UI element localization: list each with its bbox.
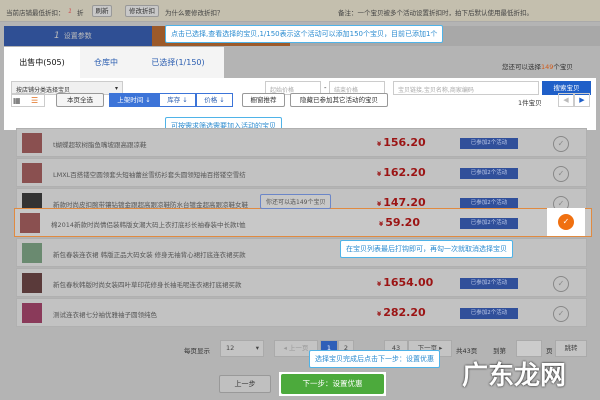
recommend-button[interactable]: 橱窗推荐 — [242, 93, 285, 107]
item-title: t蝴蝶超软树脂鱼嘴坡跟高跟凉鞋 — [53, 141, 147, 149]
check-icon[interactable]: ✓ — [553, 276, 569, 292]
selected-check-cell[interactable]: ✓ — [547, 208, 585, 236]
tabs: 出售中(505) 仓库中 已选择(1/150) — [4, 47, 224, 78]
filter-panel: 按店铺分类选择宝贝 ▾ 起始价格 - 结束价格 宝贝链接,宝贝名称,商家编码 搜索… — [4, 78, 596, 130]
activity-badge: 已参加2个活动 — [460, 168, 518, 179]
item-title: 新包春装连衣裙 韩版正品大码女装 修身无袖背心裙打底连衣裙买款 — [53, 251, 246, 259]
page-unit: 页 — [546, 347, 553, 355]
item-thumbnail — [22, 303, 42, 323]
min-discount-value: 1 — [68, 7, 73, 15]
modify-discount-button[interactable]: 修改折扣 — [125, 5, 159, 17]
tip-remaining: 你还可以选149个宝贝 — [260, 194, 332, 209]
item-row[interactable]: 测试连衣裙七分袖优雅袖子圆领纯色 ¥282.20 已参加2个活动 ✓ — [16, 298, 587, 327]
remaining-count: 您还可以选择149个宝贝 — [502, 63, 573, 71]
item-thumbnail — [22, 273, 42, 293]
activity-badge: 已参加2个活动 — [460, 308, 518, 319]
check-icon[interactable]: ✓ — [553, 306, 569, 322]
hide-other-button[interactable]: 隐藏已参加其它活动的宝贝 — [290, 93, 388, 107]
activity-badge: 已参加2个活动 — [460, 138, 518, 149]
discount-unit: 折 — [77, 9, 84, 17]
watermark-logo: 广东龙网 — [462, 361, 567, 391]
sort-stock-button[interactable]: 库存 ↓ — [159, 93, 196, 107]
step-number: 1 — [54, 31, 60, 41]
next-page-arrow-icon[interactable]: ▶ — [574, 93, 590, 107]
item-thumbnail — [22, 243, 42, 263]
sort-time-button[interactable]: 上架时间 ↓ — [109, 93, 159, 107]
item-price: ¥162.20 — [377, 166, 426, 179]
select-page-button[interactable]: 本页全选 — [56, 93, 104, 107]
activity-badge: 已参加2个活动 — [460, 278, 518, 289]
item-title: 测试连衣裙七分袖优雅袖子圆领纯色 — [53, 311, 157, 319]
item-thumbnail — [22, 133, 42, 153]
step-label: 设置参数 — [63, 32, 92, 40]
next-step-highlight: 下一步：设置优惠 — [279, 372, 386, 396]
check-selected-icon: ✓ — [558, 214, 574, 230]
item-thumbnail — [20, 213, 40, 233]
note-text: 备注：一个宝贝被多个活动设置折扣时，拍下后默认使用最低折扣。 — [338, 9, 533, 17]
check-icon[interactable]: ✓ — [553, 136, 569, 152]
tip-selected: 点击已选择,查看选择的宝贝,1/150表示这个活动可以添加150个宝贝，目前已添… — [165, 25, 444, 43]
item-count: 1件宝贝 — [518, 99, 542, 107]
tip-next-step: 选择宝贝完成后点击下一步：设置优惠 — [309, 350, 440, 368]
activity-badge: 已参加2个活动 — [460, 218, 518, 229]
item-row[interactable]: 新包春秋韩版时尚女装四叶草印花修身长袖毛呢连衣裙打底裙买款 ¥1654.00 已参加… — [16, 268, 587, 297]
sort-price-button[interactable]: 价格 ↓ — [196, 93, 233, 107]
min-discount-label: 当前店铺最低折扣： — [6, 9, 65, 17]
item-price: ¥59.20 — [379, 216, 420, 229]
per-page-label: 每页显示 — [184, 347, 210, 355]
check-icon[interactable]: ✓ — [553, 166, 569, 182]
per-page-select[interactable]: 12 ▾ — [220, 340, 264, 357]
item-price: ¥282.20 — [377, 306, 426, 319]
grid-view-icon[interactable]: ▦ — [13, 96, 21, 105]
item-title: LMXL百搭镂空圆领套头短袖蕾丝雪纺衫套头圆领短袖百搭镂空雪纺 — [53, 171, 246, 179]
item-title: 新包春秋韩版时尚女装四叶草印花修身长袖毛呢连衣裙打底裙买款 — [53, 281, 242, 289]
tip-check: 在宝贝列表最后打钩即可，再勾一次就取消选择宝贝 — [340, 240, 513, 258]
tab-selected[interactable]: 已选择(1/150) — [132, 47, 224, 78]
next-step-button[interactable]: 下一步：设置优惠 — [281, 374, 384, 394]
tab-on-sale[interactable]: 出售中(505) — [4, 47, 80, 78]
item-thumbnail — [22, 163, 42, 183]
discount-bar: 当前店铺最低折扣： 1 折 刷新 修改折扣 为什么要修改折扣？ 备注：一个宝贝被… — [0, 0, 600, 22]
item-price: ¥1654.00 — [377, 276, 434, 289]
refresh-button[interactable]: 刷新 — [92, 5, 112, 17]
item-title: 棉2014新款时尚情侣装韩版女潮大码上衣打底衫长袖春装中长款t恤 — [51, 221, 246, 229]
why-modify-link[interactable]: 为什么要修改折扣？ — [165, 7, 224, 17]
search-input[interactable]: 宝贝链接,宝贝名称,商家编码 — [393, 81, 539, 95]
total-pages: 共43页 — [456, 347, 478, 355]
item-row[interactable]: t蝴蝶超软树脂鱼嘴坡跟高跟凉鞋 ¥156.20 已参加2个活动 ✓ — [16, 128, 587, 157]
item-row-selected[interactable]: 棉2014新款时尚情侣装韩版女潮大码上衣打底衫长袖春装中长款t恤 ¥59.20 已参… — [14, 208, 592, 237]
goto-label: 到第 — [493, 347, 506, 355]
prev-step-button[interactable]: 上一步 — [219, 375, 271, 393]
item-price: ¥156.20 — [377, 136, 426, 149]
prev-page-arrow-icon[interactable]: ◀ — [558, 93, 574, 107]
step-1: 1 设置参数 — [4, 26, 152, 46]
item-row[interactable]: LMXL百搭镂空圆领套头短袖蕾丝雪纺衫套头圆领短袖百搭镂空雪纺 ¥162.20 已参… — [16, 158, 587, 187]
tab-warehouse[interactable]: 仓库中 — [80, 47, 132, 78]
list-view-icon[interactable]: ☰ — [31, 96, 38, 105]
chevron-down-icon: ▾ — [114, 85, 118, 92]
